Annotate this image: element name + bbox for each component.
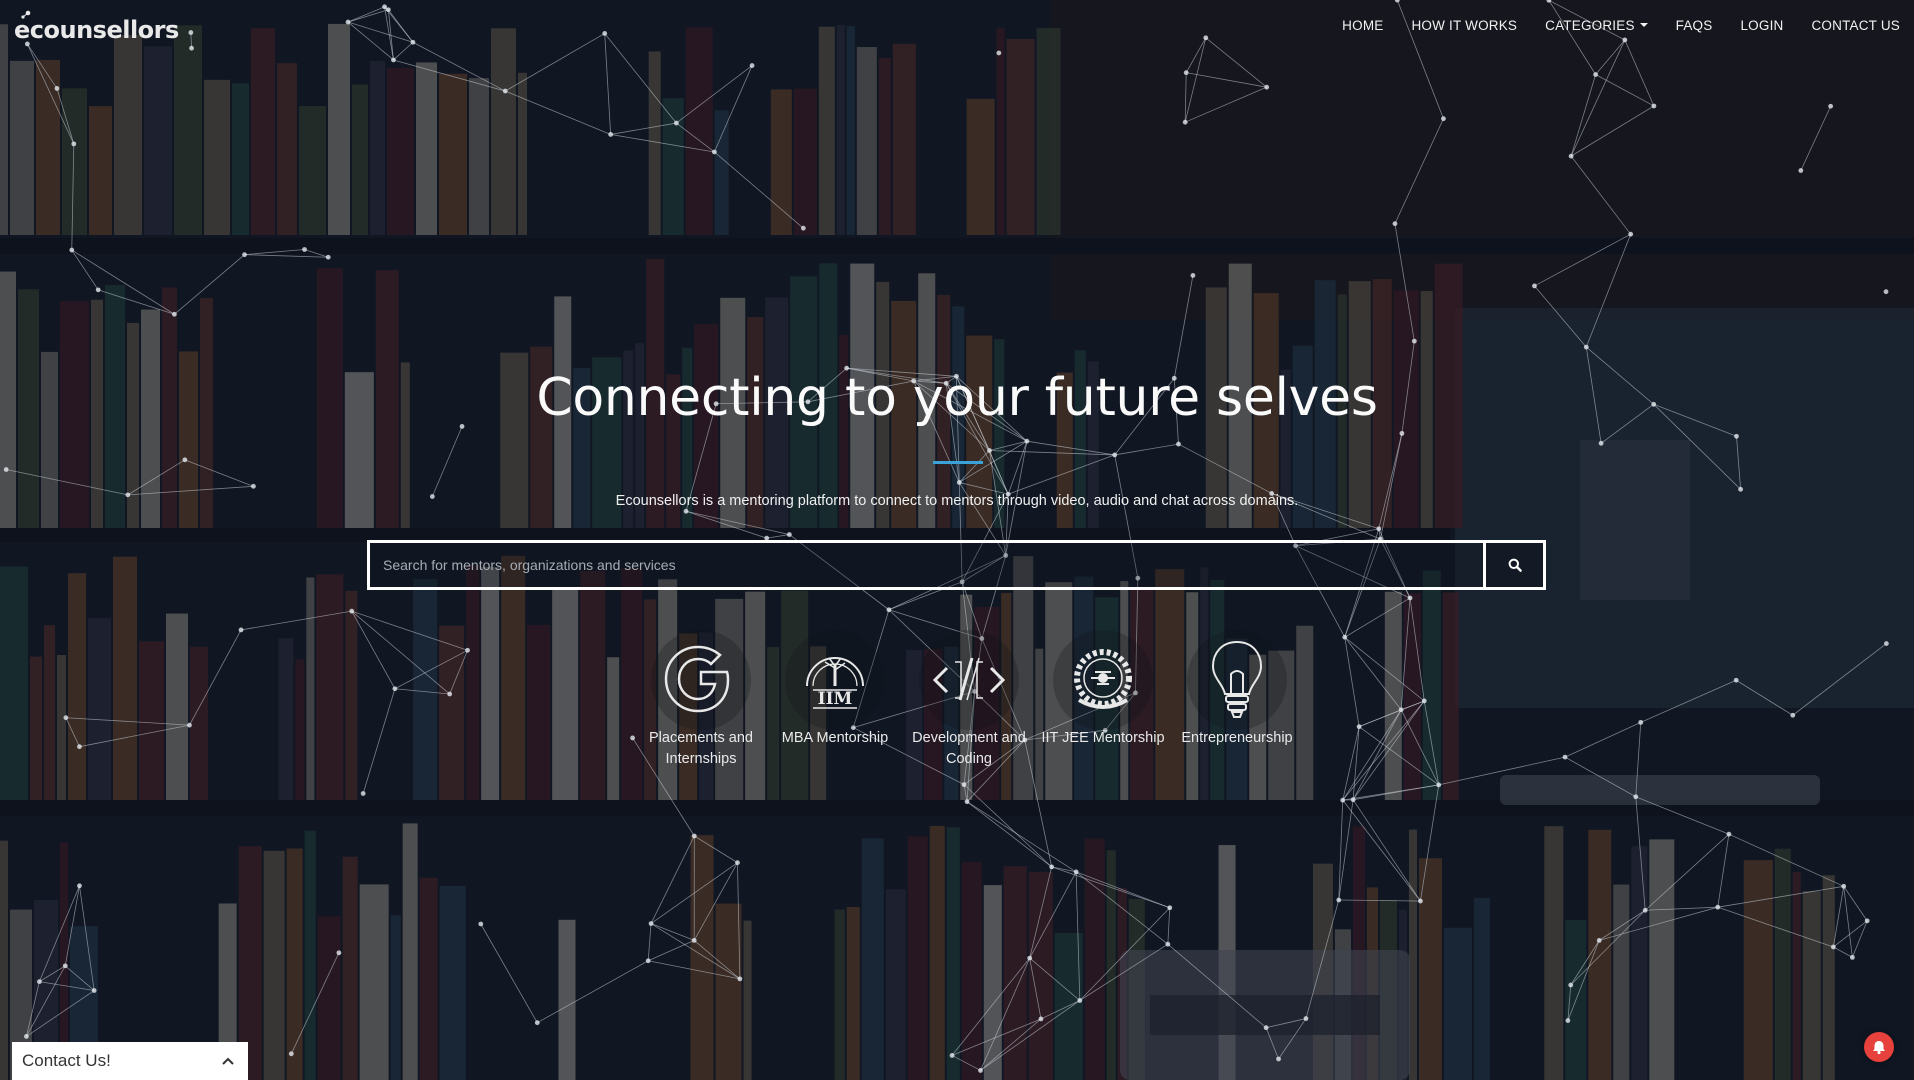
hero-title: Connecting to your future selves	[536, 368, 1378, 428]
search-icon	[1508, 558, 1522, 572]
nav-categories-label: CATEGORIES	[1545, 17, 1635, 33]
contact-us-widget[interactable]: Contact Us!	[12, 1042, 248, 1080]
category-label: Placements and Internships	[649, 730, 753, 767]
category-development-coding[interactable]: Development and Coding	[902, 630, 1036, 770]
lightbulb-icon	[1187, 630, 1287, 730]
category-placements-internships[interactable]: Placements and Internships	[634, 630, 768, 770]
nav-login[interactable]: LOGIN	[1726, 18, 1797, 33]
nav-how-it-works[interactable]: HOW IT WORKS	[1397, 18, 1531, 33]
svg-text:IIM: IIM	[818, 689, 853, 709]
category-label: Entrepreneurship	[1181, 730, 1293, 746]
nav-faqs[interactable]: FAQS	[1662, 18, 1727, 33]
iit-emblem-icon	[1053, 630, 1153, 730]
site-logo[interactable]: ecounsellors	[14, 8, 179, 52]
logo-dots-icon	[21, 10, 31, 19]
contact-us-label: Contact Us!	[22, 1051, 111, 1070]
category-label: IIT JEE Mentorship	[1041, 730, 1165, 746]
iim-logo-icon: IIM	[785, 630, 885, 730]
code-icon	[919, 630, 1019, 730]
category-iit-jee-mentorship[interactable]: IIT JEE Mentorship	[1036, 630, 1170, 749]
search-input[interactable]	[370, 543, 1483, 587]
search-button[interactable]	[1483, 543, 1543, 587]
bell-icon	[1873, 1041, 1885, 1055]
category-mba-mentorship[interactable]: IIM MBA Mentorship	[768, 630, 902, 749]
nav-contact-us[interactable]: CONTACT US	[1797, 18, 1900, 33]
hero-subtitle: Ecounsellors is a mentoring platform to …	[615, 493, 1299, 509]
category-entrepreneurship[interactable]: Entrepreneurship	[1170, 630, 1304, 749]
nav-categories-dropdown[interactable]: CATEGORIES	[1531, 18, 1662, 33]
chevron-up-icon	[222, 1057, 234, 1065]
category-label: MBA Mentorship	[781, 730, 889, 746]
category-list: Placements and Internships IIM MBA Mento…	[634, 630, 1304, 780]
category-label: Development and Coding	[912, 730, 1026, 767]
nav-home[interactable]: HOME	[1328, 18, 1397, 33]
notification-bell-button[interactable]	[1864, 1032, 1894, 1062]
search-form	[367, 540, 1546, 590]
hero-divider	[933, 461, 983, 464]
google-g-icon	[651, 630, 751, 730]
caret-down-icon	[1639, 23, 1648, 27]
main-navigation: HOME HOW IT WORKS CATEGORIES FAQS LOGIN …	[1328, 12, 1900, 38]
